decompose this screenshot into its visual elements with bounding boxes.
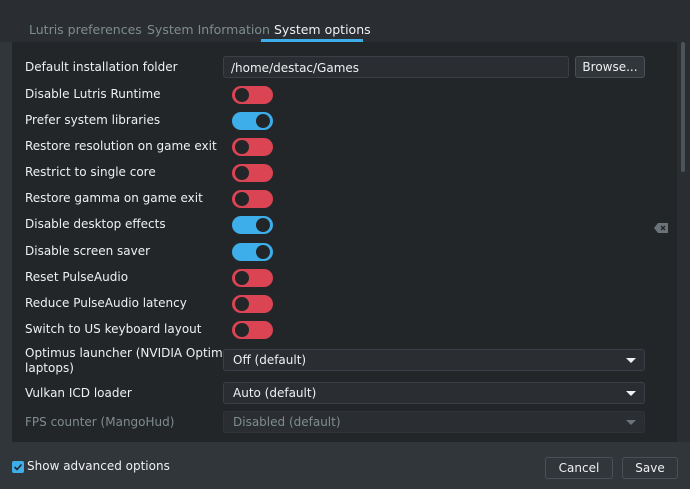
toggle-knob bbox=[235, 192, 249, 206]
toggle-disable-runtime[interactable] bbox=[232, 86, 273, 104]
toggle-label-reset-pulseaudio: Reset PulseAudio bbox=[25, 270, 129, 284]
toggle-label-single-core: Restrict to single core bbox=[25, 165, 156, 179]
show-advanced-checkbox[interactable] bbox=[12, 461, 24, 473]
toggle-label-reduce-pulseaudio-latency: Reduce PulseAudio latency bbox=[25, 296, 187, 310]
toggle-label-prefer-system-libraries: Prefer system libraries bbox=[25, 113, 161, 127]
fps-label: FPS counter (MangoHud) bbox=[25, 415, 175, 429]
toggle-reset-pulseaudio[interactable] bbox=[232, 269, 273, 287]
fps-value: Disabled (default) bbox=[233, 415, 341, 429]
chevron-down-icon bbox=[626, 391, 636, 396]
scrollbar-thumb[interactable] bbox=[681, 42, 685, 172]
vulkan-label: Vulkan ICD loader bbox=[25, 386, 132, 400]
chevron-down-icon bbox=[626, 358, 636, 363]
toggle-knob bbox=[256, 114, 270, 128]
toggle-label-disable-desktop-effects: Disable desktop effects bbox=[25, 217, 166, 231]
toggle-knob bbox=[235, 140, 249, 154]
scrollbar[interactable] bbox=[677, 42, 690, 442]
toggle-label-restore-resolution: Restore resolution on game exit bbox=[25, 139, 217, 153]
toggle-label-us-keyboard: Switch to US keyboard layout bbox=[25, 322, 202, 336]
tab-lutris-preferences[interactable]: Lutris preferences bbox=[29, 20, 142, 42]
cancel-button[interactable]: Cancel bbox=[545, 457, 613, 479]
toggle-knob bbox=[235, 88, 249, 102]
toggle-label-disable-screen-saver: Disable screen saver bbox=[25, 244, 151, 258]
install-folder-field[interactable]: /home/destac/Games bbox=[223, 56, 569, 78]
tab-system-information[interactable]: System Information bbox=[147, 20, 270, 42]
toggle-knob bbox=[235, 297, 249, 311]
toggle-knob bbox=[256, 218, 270, 232]
save-button[interactable]: Save bbox=[622, 457, 678, 479]
optimus-dropdown[interactable]: Off (default) bbox=[223, 349, 645, 371]
toggle-restore-resolution[interactable] bbox=[232, 138, 273, 156]
toggle-knob bbox=[235, 166, 249, 180]
toggle-label-restore-gamma: Restore gamma on game exit bbox=[25, 191, 203, 205]
optimus-label: Optimus launcher (NVIDIA Optimus laptops… bbox=[25, 346, 237, 376]
show-advanced-label[interactable]: Show advanced options bbox=[27, 459, 170, 474]
chevron-down-icon bbox=[626, 420, 636, 425]
checkmark-icon bbox=[13, 463, 23, 471]
toggle-knob bbox=[256, 245, 270, 259]
tab-bar: Lutris preferences System Information Sy… bbox=[0, 0, 690, 42]
toggle-knob bbox=[235, 323, 249, 337]
clear-icon[interactable] bbox=[654, 223, 668, 233]
vulkan-value: Auto (default) bbox=[233, 386, 317, 400]
toggle-knob bbox=[235, 271, 249, 285]
install-folder-label: Default installation folder bbox=[25, 60, 178, 74]
toggle-reduce-pulseaudio-latency[interactable] bbox=[232, 295, 273, 313]
toggle-label-disable-runtime: Disable Lutris Runtime bbox=[25, 87, 161, 101]
browse-button[interactable]: Browse... bbox=[575, 56, 645, 78]
toggle-single-core[interactable] bbox=[232, 164, 273, 182]
toggle-prefer-system-libraries[interactable] bbox=[232, 112, 273, 130]
toggle-disable-desktop-effects[interactable] bbox=[232, 216, 273, 234]
optimus-label-line2: laptops) bbox=[25, 361, 74, 375]
vulkan-dropdown[interactable]: Auto (default) bbox=[223, 382, 645, 404]
optimus-label-line1: Optimus launcher (NVIDIA Optimus bbox=[25, 346, 237, 360]
toggle-restore-gamma[interactable] bbox=[232, 190, 273, 208]
toggle-disable-screen-saver[interactable] bbox=[232, 243, 273, 261]
toggle-us-keyboard[interactable] bbox=[232, 321, 273, 339]
fps-dropdown: Disabled (default) bbox=[223, 411, 645, 433]
optimus-value: Off (default) bbox=[233, 353, 307, 367]
